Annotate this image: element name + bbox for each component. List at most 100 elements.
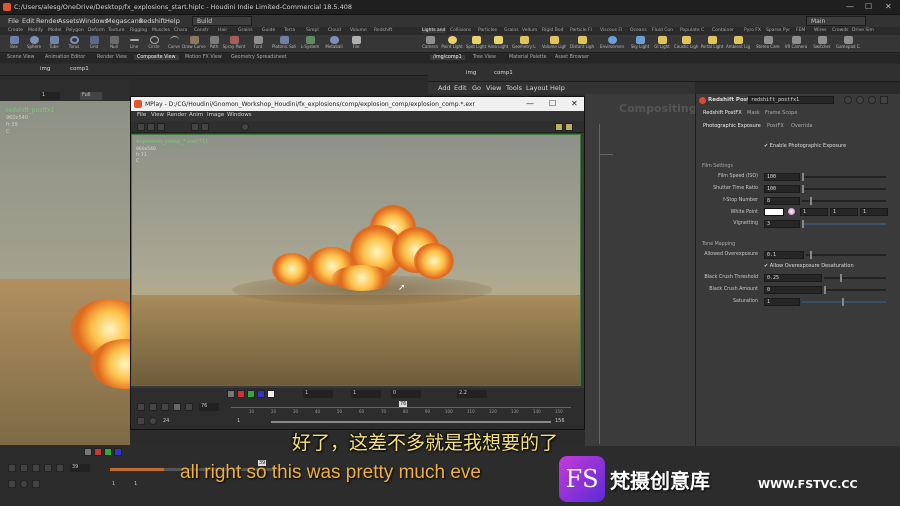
tool-metaball[interactable]: Metaball xyxy=(322,36,346,49)
path-comp1[interactable]: comp1 xyxy=(70,66,89,72)
shelf-tab-modify[interactable]: Modify xyxy=(28,28,43,33)
main-select[interactable]: Main xyxy=(806,16,866,26)
menu-file[interactable]: File xyxy=(8,17,19,25)
info-icon[interactable] xyxy=(868,96,876,104)
frame-field[interactable]: 1 xyxy=(40,92,60,100)
shelf-tab-sparse[interactable]: Sparse Pyr xyxy=(766,28,790,33)
zoom-in-icon[interactable] xyxy=(191,123,199,131)
mplay-frame-field[interactable]: 76 xyxy=(199,403,219,411)
tone-mapping-section[interactable]: Tone Mapping xyxy=(702,242,735,247)
shelf-tab-cloud[interactable]: Cloud xyxy=(328,28,341,33)
overexposure-field[interactable]: 0.1 xyxy=(764,251,804,259)
step-back-icon[interactable] xyxy=(20,464,28,472)
mplay-menu-render[interactable]: Render xyxy=(167,112,187,118)
snapshot-icon[interactable] xyxy=(147,123,155,131)
fit-dropdown[interactable]: Full xyxy=(80,92,102,100)
mplay-menu-windows[interactable]: Windows xyxy=(227,112,252,118)
tool-switcher[interactable]: Switcher xyxy=(810,36,834,49)
fit-icon[interactable] xyxy=(137,123,145,131)
tool-distant-light[interactable]: Distant Light xyxy=(570,36,594,49)
shelf-tab-simpl[interactable]: Simpl xyxy=(306,28,319,33)
tab-frame-scope[interactable]: Frame Scope xyxy=(762,110,800,116)
black-threshold-slider[interactable] xyxy=(824,274,886,282)
shelf-tab-texture[interactable]: Texture xyxy=(108,28,124,33)
tool-point-light[interactable]: Point Light xyxy=(440,36,464,49)
white-point-g[interactable]: 1 xyxy=(830,208,858,216)
mplay-minimize-button[interactable]: — xyxy=(526,99,534,108)
saturation-slider[interactable] xyxy=(802,298,886,306)
mplay-close-button[interactable]: ✕ xyxy=(571,99,578,108)
mplay-image[interactable]: explosion_comp_*.exr[71] 960x540 fr 71 C… xyxy=(131,134,581,386)
shelf-tab-terra[interactable]: Terra xyxy=(284,28,295,33)
step-back-icon[interactable] xyxy=(149,403,157,411)
shelf-tab-rigid[interactable]: Rigid Bod xyxy=(542,28,563,33)
shelf-tab-fluid-con[interactable]: Fluid Con xyxy=(652,28,673,33)
step-forward-icon[interactable] xyxy=(185,403,193,411)
step-forward-icon[interactable] xyxy=(56,464,64,472)
fstop-slider[interactable] xyxy=(802,197,886,205)
shelf-tab-particles[interactable]: Particles xyxy=(478,28,497,33)
tool-caustic-light[interactable]: Caustic Light xyxy=(674,36,698,49)
shelf-tab-crowds[interactable]: Crowds xyxy=(832,28,849,33)
subtab-photographic-exposure[interactable]: Photographic Exposure xyxy=(700,123,764,129)
shelf-tab-collisions[interactable]: Collisions xyxy=(450,28,471,33)
network-menu-layout[interactable]: Layout xyxy=(526,84,548,92)
tool-lsystem[interactable]: L-System xyxy=(298,36,322,49)
shelf-tab-deform[interactable]: Deform xyxy=(88,28,105,33)
range-start-field[interactable]: 1 xyxy=(237,418,240,424)
fstop-field[interactable]: 8 xyxy=(764,197,800,205)
tab-scene-view[interactable]: Scene View xyxy=(4,55,38,60)
menu-windows[interactable]: Windows xyxy=(79,17,108,25)
menu-render[interactable]: Render xyxy=(36,17,59,25)
maximize-button[interactable]: ☐ xyxy=(865,2,872,11)
shutter-slider[interactable] xyxy=(802,185,886,193)
network-path-comp1[interactable]: comp1 xyxy=(494,70,513,76)
film-speed-slider[interactable] xyxy=(802,173,886,181)
play-icon[interactable] xyxy=(44,464,52,472)
shelf-tab-vellum[interactable]: Vellum xyxy=(522,28,537,33)
tab-mask[interactable]: Mask xyxy=(744,110,763,116)
tool-stereo-camera[interactable]: Stereo Camera xyxy=(756,36,780,49)
fps-field[interactable]: 24 xyxy=(163,418,169,424)
white-point-swatch[interactable] xyxy=(764,208,784,216)
tool-ambient-light[interactable]: Ambient Light xyxy=(726,36,750,49)
mplay-field-1[interactable]: 1 xyxy=(303,390,333,398)
saturation-field[interactable]: 1 xyxy=(764,298,800,306)
allow-desaturation-checkbox[interactable]: ✔ Allow Overexposure Desaturation xyxy=(764,263,854,269)
layout-icon[interactable] xyxy=(565,123,573,131)
shelf-tab-drive[interactable]: Drive Sim xyxy=(852,28,874,33)
timeline-frame-field[interactable]: 39 xyxy=(70,464,90,472)
grid-view-icon[interactable] xyxy=(555,123,563,131)
white-point-b[interactable]: 1 xyxy=(860,208,888,216)
tool-sky-light[interactable]: Sky Light xyxy=(628,36,652,49)
network-editor[interactable]: Compositing xyxy=(585,94,697,446)
channel-red-icon[interactable] xyxy=(94,448,102,456)
tab-animation-editor[interactable]: Animation Editor xyxy=(42,55,88,60)
tab-composite-view[interactable]: Composite View xyxy=(134,55,179,60)
channel-blue-icon[interactable] xyxy=(257,390,265,398)
loop-icon[interactable] xyxy=(137,417,145,425)
menu-redshift[interactable]: Redshift xyxy=(139,17,165,25)
film-settings-section[interactable]: Film Settings xyxy=(702,164,733,169)
mplay-menu-file[interactable]: File xyxy=(137,112,146,118)
tool-environment-light[interactable]: Environment Light xyxy=(600,36,624,49)
enable-exposure-checkbox[interactable]: ✔ Enable Photographic Exposure xyxy=(764,143,846,149)
shelf-tab-fem[interactable]: FEM xyxy=(796,28,805,33)
minimize-button[interactable]: — xyxy=(846,2,854,11)
channel-blue-icon[interactable] xyxy=(114,448,122,456)
shelf-tab-viscous[interactable]: Viscous Fl xyxy=(600,28,622,33)
tab-asset-browser[interactable]: Asset Browser xyxy=(552,55,592,60)
shelf-tab-chara[interactable]: Chara xyxy=(174,28,187,33)
tool-gi-light[interactable]: GI Light xyxy=(650,36,674,49)
shelf-tab-oceans[interactable]: Oceans xyxy=(630,28,647,33)
channel-green-icon[interactable] xyxy=(247,390,255,398)
network-menu-go[interactable]: Go xyxy=(472,84,481,92)
mplay-field-3[interactable]: 0 xyxy=(391,390,421,398)
tab-network[interactable]: /img/comp1 xyxy=(430,55,465,60)
tool-vr-camera[interactable]: VR Camera xyxy=(784,36,808,49)
shelf-tab-grains[interactable]: Grains xyxy=(238,28,253,33)
loop-icon[interactable] xyxy=(8,480,16,488)
composite-viewer[interactable]: 1 Full redshift_postfx1 960x540 fr 39 C xyxy=(0,79,130,445)
path-img[interactable]: img xyxy=(40,66,50,72)
stop-icon[interactable] xyxy=(32,464,40,472)
